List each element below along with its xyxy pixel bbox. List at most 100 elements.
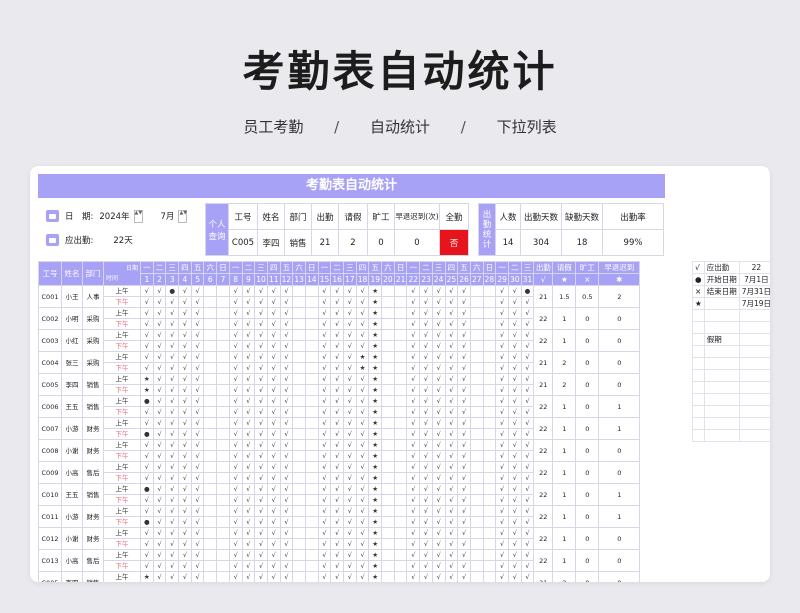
attendance-cell[interactable]: √ <box>520 450 535 462</box>
attendance-cell[interactable] <box>469 527 484 539</box>
attendance-cell[interactable] <box>393 362 408 374</box>
attendance-cell[interactable]: √ <box>355 384 370 396</box>
attendance-cell[interactable]: √ <box>495 395 509 407</box>
attendance-cell[interactable]: √ <box>406 439 421 451</box>
attendance-cell[interactable]: √ <box>254 527 268 539</box>
attendance-cell[interactable]: √ <box>266 351 281 363</box>
pq-id-select[interactable]: C005 <box>228 229 258 256</box>
attendance-cell[interactable]: √ <box>330 384 344 396</box>
attendance-cell[interactable]: √ <box>419 494 433 506</box>
attendance-cell[interactable]: √ <box>140 351 154 363</box>
attendance-cell[interactable]: √ <box>178 516 192 528</box>
attendance-cell[interactable] <box>393 571 408 582</box>
attendance-cell[interactable]: √ <box>457 571 471 582</box>
attendance-cell[interactable] <box>216 384 230 396</box>
attendance-cell[interactable]: √ <box>355 373 370 385</box>
attendance-cell[interactable]: √ <box>406 384 421 396</box>
attendance-cell[interactable]: √ <box>355 494 370 506</box>
attendance-cell[interactable]: √ <box>343 560 357 572</box>
attendance-cell[interactable]: √ <box>178 340 192 352</box>
attendance-cell[interactable]: √ <box>190 516 205 528</box>
attendance-cell[interactable]: √ <box>279 505 294 517</box>
attendance-cell[interactable]: √ <box>165 417 180 429</box>
attendance-cell[interactable]: √ <box>507 417 522 429</box>
attendance-cell[interactable] <box>292 450 306 462</box>
attendance-cell[interactable]: √ <box>355 538 370 550</box>
attendance-cell[interactable]: √ <box>178 285 192 297</box>
attendance-cell[interactable]: √ <box>495 362 509 374</box>
attendance-cell[interactable] <box>393 505 408 517</box>
attendance-cell[interactable]: √ <box>431 384 446 396</box>
attendance-cell[interactable]: √ <box>343 527 357 539</box>
attendance-cell[interactable]: √ <box>444 362 459 374</box>
attendance-cell[interactable]: √ <box>431 560 446 572</box>
attendance-cell[interactable]: √ <box>190 296 205 308</box>
attendance-cell[interactable]: √ <box>190 483 205 495</box>
attendance-cell[interactable]: √ <box>495 406 509 418</box>
attendance-cell[interactable]: √ <box>190 472 205 484</box>
attendance-cell[interactable]: √ <box>431 483 446 495</box>
attendance-cell[interactable]: √ <box>165 340 180 352</box>
attendance-cell[interactable] <box>304 362 319 374</box>
attendance-cell[interactable] <box>393 329 408 341</box>
attendance-cell[interactable] <box>482 395 497 407</box>
attendance-cell[interactable]: √ <box>355 296 370 308</box>
attendance-cell[interactable]: √ <box>140 538 154 550</box>
attendance-cell[interactable]: √ <box>419 516 433 528</box>
attendance-cell[interactable] <box>482 450 497 462</box>
attendance-cell[interactable] <box>216 571 230 582</box>
attendance-cell[interactable]: √ <box>330 538 344 550</box>
attendance-cell[interactable]: √ <box>266 516 281 528</box>
attendance-cell[interactable]: √ <box>279 538 294 550</box>
attendance-cell[interactable] <box>381 329 395 341</box>
attendance-cell[interactable]: √ <box>266 417 281 429</box>
attendance-cell[interactable]: √ <box>444 285 459 297</box>
attendance-cell[interactable]: ★ <box>140 373 154 385</box>
attendance-cell[interactable]: √ <box>254 494 268 506</box>
attendance-cell[interactable]: √ <box>152 428 167 440</box>
attendance-cell[interactable]: √ <box>343 285 357 297</box>
attendance-cell[interactable]: √ <box>406 340 421 352</box>
attendance-cell[interactable]: √ <box>507 516 522 528</box>
attendance-cell[interactable]: √ <box>431 472 446 484</box>
attendance-cell[interactable]: √ <box>152 362 167 374</box>
attendance-cell[interactable]: √ <box>419 395 433 407</box>
attendance-cell[interactable]: √ <box>152 505 167 517</box>
attendance-cell[interactable] <box>292 571 306 582</box>
attendance-cell[interactable]: √ <box>355 406 370 418</box>
attendance-cell[interactable]: ★ <box>368 296 383 308</box>
attendance-cell[interactable]: √ <box>279 340 294 352</box>
attendance-cell[interactable]: ★ <box>368 472 383 484</box>
attendance-cell[interactable]: √ <box>165 428 180 440</box>
attendance-cell[interactable]: √ <box>457 483 471 495</box>
attendance-cell[interactable]: √ <box>190 406 205 418</box>
attendance-cell[interactable]: √ <box>330 329 344 341</box>
attendance-cell[interactable]: √ <box>431 538 446 550</box>
attendance-cell[interactable] <box>393 406 408 418</box>
attendance-cell[interactable]: √ <box>228 395 243 407</box>
attendance-cell[interactable]: √ <box>431 439 446 451</box>
attendance-cell[interactable]: √ <box>178 538 192 550</box>
attendance-cell[interactable]: √ <box>241 428 256 440</box>
attendance-cell[interactable]: √ <box>254 318 268 330</box>
attendance-cell[interactable]: √ <box>406 307 421 319</box>
attendance-cell[interactable]: √ <box>457 450 471 462</box>
attendance-cell[interactable] <box>381 461 395 473</box>
attendance-cell[interactable]: √ <box>241 285 256 297</box>
attendance-cell[interactable]: √ <box>495 538 509 550</box>
attendance-cell[interactable]: √ <box>254 428 268 440</box>
attendance-cell[interactable]: √ <box>406 428 421 440</box>
attendance-cell[interactable]: √ <box>228 296 243 308</box>
attendance-cell[interactable] <box>482 461 497 473</box>
attendance-cell[interactable]: √ <box>444 351 459 363</box>
attendance-cell[interactable]: √ <box>520 307 535 319</box>
attendance-cell[interactable]: √ <box>520 406 535 418</box>
attendance-cell[interactable]: √ <box>444 494 459 506</box>
attendance-cell[interactable]: √ <box>152 384 167 396</box>
attendance-cell[interactable]: ★ <box>368 373 383 385</box>
attendance-cell[interactable]: √ <box>444 472 459 484</box>
attendance-cell[interactable] <box>292 362 306 374</box>
attendance-cell[interactable]: √ <box>241 296 256 308</box>
attendance-cell[interactable]: √ <box>457 472 471 484</box>
attendance-cell[interactable]: √ <box>178 571 192 582</box>
